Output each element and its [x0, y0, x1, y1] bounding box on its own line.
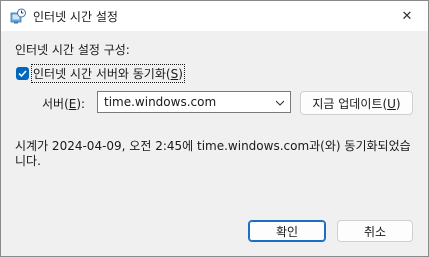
- window-title: 인터넷 시간 설정: [33, 10, 118, 24]
- ok-button[interactable]: 확인: [248, 220, 326, 242]
- chevron-down-icon: [275, 100, 285, 106]
- server-combobox-value: time.windows.com: [104, 95, 217, 109]
- cancel-button-label: 취소: [363, 224, 387, 239]
- section-title: 인터넷 시간 설정 구성:: [15, 43, 130, 57]
- title-bar: 인터넷 시간 설정 ✕: [1, 1, 428, 31]
- ok-button-label: 확인: [275, 224, 299, 239]
- sync-checkbox-label[interactable]: 인터넷 시간 서버와 동기화(S): [31, 64, 185, 83]
- cancel-button[interactable]: 취소: [337, 220, 413, 242]
- sync-status-line-1: 시계가 2024-04-09, 오전 2:45에 time.windows.co…: [15, 139, 411, 153]
- close-button[interactable]: ✕: [386, 1, 428, 31]
- server-combobox[interactable]: time.windows.com: [97, 91, 291, 113]
- sync-status-line-2: 니다.: [15, 154, 41, 168]
- sync-checkbox[interactable]: [16, 67, 29, 80]
- update-now-button[interactable]: 지금 업데이트(U): [300, 91, 413, 115]
- checkmark-icon: [18, 70, 27, 78]
- clock-network-icon: [10, 8, 26, 24]
- close-icon: ✕: [401, 8, 413, 24]
- server-label: 서버(E):: [42, 97, 86, 111]
- update-now-label: 지금 업데이트(U): [312, 96, 401, 111]
- internet-time-settings-dialog: 인터넷 시간 설정 ✕ 인터넷 시간 설정 구성: 인터넷 시간 서버와 동기화…: [0, 0, 429, 257]
